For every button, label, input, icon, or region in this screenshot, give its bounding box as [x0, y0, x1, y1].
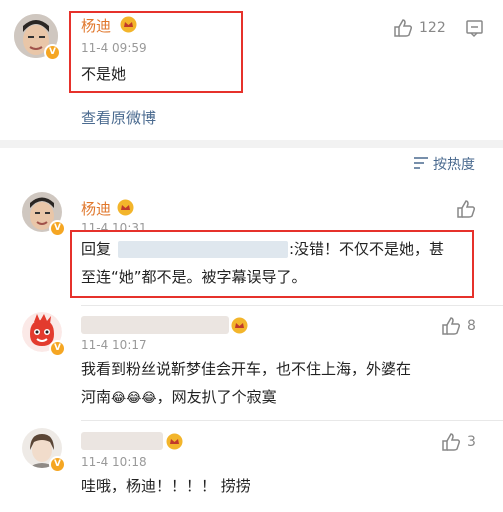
- thumbs-up-icon[interactable]: [456, 199, 476, 219]
- section-divider: [0, 140, 503, 148]
- reply-time: 11-4 10:18: [81, 455, 147, 469]
- blurred-username: [118, 241, 288, 258]
- reply-text-part: ，网友扒了个寂寞: [156, 388, 277, 406]
- divider: [81, 420, 503, 421]
- reply-text-line2: 河南😂😂😂，网友扒了个寂寞: [81, 383, 277, 413]
- thumbs-up-icon[interactable]: [441, 432, 461, 452]
- reply-prefix: 回复: [81, 240, 112, 258]
- thumbs-up-icon[interactable]: [441, 316, 461, 336]
- thumbs-up-icon[interactable]: [393, 18, 413, 38]
- crown-icon: [120, 16, 137, 33]
- reply-text-part: 河南: [81, 388, 112, 406]
- reply-time: 11-4 10:17: [81, 338, 147, 352]
- laughing-emoji-icon: 😂😂😂: [111, 391, 157, 406]
- verified-badge-icon: V: [44, 44, 61, 61]
- comment-icon[interactable]: [465, 19, 484, 38]
- blurred-username: [81, 316, 229, 334]
- reply-username[interactable]: 杨迪: [81, 198, 111, 219]
- like-count: 8: [467, 318, 476, 334]
- sort-hot-button[interactable]: 按热度: [433, 154, 475, 174]
- like-count: 122: [419, 20, 446, 36]
- divider: [81, 305, 503, 306]
- sort-icon[interactable]: [413, 156, 429, 170]
- crown-icon: [117, 199, 134, 216]
- like-count: 3: [467, 434, 476, 450]
- comment-time: 11-4 09:59: [81, 41, 147, 55]
- reply-text-line2: 至连“她”都不是。被字幕误导了。: [81, 268, 307, 286]
- crown-icon: [166, 433, 183, 450]
- crown-icon: [231, 317, 248, 334]
- blurred-username: [81, 432, 163, 450]
- reply-text: 哇哦，杨迪！！！！ 捞捞: [81, 477, 251, 495]
- verified-badge-icon: V: [49, 456, 66, 473]
- comment-username[interactable]: 杨迪: [81, 15, 111, 36]
- verified-badge-icon: V: [49, 340, 66, 357]
- comment-text: 不是她: [81, 65, 127, 83]
- reply-text-line1: :没错！不仅不是她，甚: [289, 240, 445, 258]
- view-original-link[interactable]: 查看原微博: [81, 107, 156, 128]
- reply-text-line1: 我看到粉丝说靳梦佳会开车，也不住上海，外婆在: [81, 360, 412, 378]
- verified-badge-icon: V: [49, 220, 66, 237]
